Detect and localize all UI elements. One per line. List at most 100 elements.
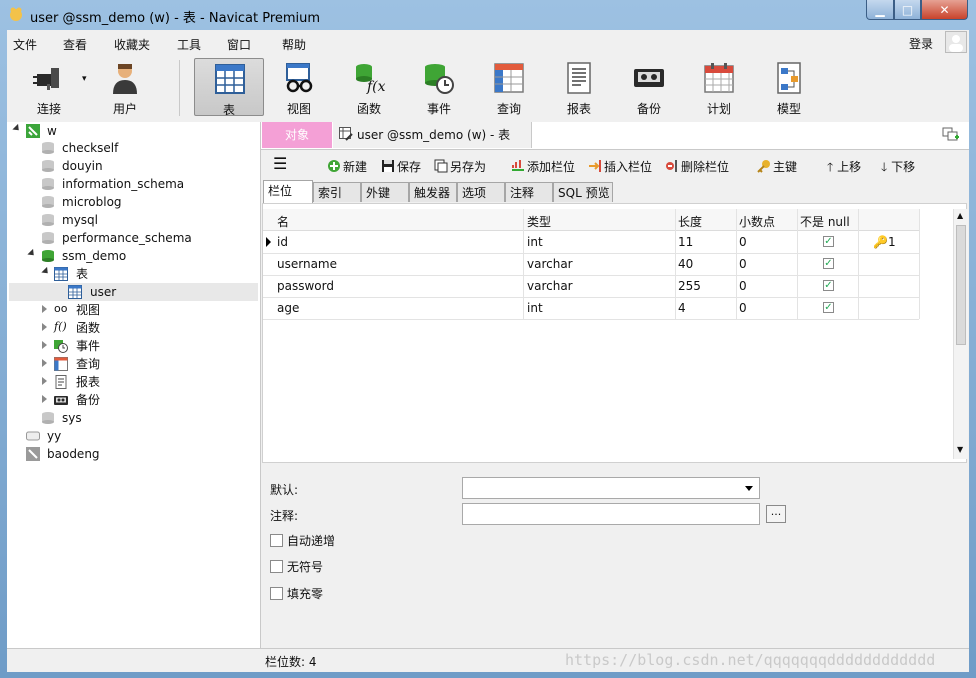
tree-backups-folder[interactable]: 备份 bbox=[7, 391, 260, 409]
tab-indexes[interactable]: 索引 bbox=[313, 182, 361, 202]
move-down-button[interactable]: 🡓 下移 bbox=[881, 158, 915, 179]
tab-foreign-keys[interactable]: 外键 bbox=[361, 182, 409, 202]
field-length-cell[interactable]: 4 bbox=[678, 301, 686, 315]
minimize-button[interactable]: ▁ bbox=[866, 0, 894, 20]
field-name-cell[interactable]: password bbox=[277, 279, 334, 293]
column-header-length[interactable]: 长度 bbox=[678, 213, 702, 230]
field-decimals-cell[interactable]: 0 bbox=[739, 257, 747, 271]
field-decimals-cell[interactable]: 0 bbox=[739, 279, 747, 293]
tab-fields[interactable]: 栏位 bbox=[263, 180, 313, 203]
field-length-cell[interactable]: 11 bbox=[678, 235, 693, 249]
delete-field-button[interactable]: 删除栏位 bbox=[665, 158, 729, 175]
expand-arrow-icon[interactable] bbox=[27, 248, 37, 259]
table-row[interactable]: id int 11 0 ✓ 🔑1 bbox=[263, 231, 919, 254]
close-button[interactable]: ✕ bbox=[921, 0, 968, 20]
maximize-button[interactable]: □ bbox=[894, 0, 921, 20]
new-tab-icon[interactable] bbox=[941, 126, 961, 144]
toolbar-view-button[interactable]: 视图 bbox=[266, 58, 332, 116]
primary-key-button[interactable]: 主键 bbox=[757, 158, 797, 175]
field-decimals-cell[interactable]: 0 bbox=[739, 235, 747, 249]
checkbox-box[interactable] bbox=[270, 560, 283, 573]
dropdown-arrow-icon[interactable]: ▾ bbox=[82, 74, 87, 84]
table-row[interactable]: age int 4 0 ✓ bbox=[263, 297, 919, 320]
field-decimals-cell[interactable]: 0 bbox=[739, 301, 747, 315]
table-row[interactable]: username varchar 40 0 ✓ bbox=[263, 253, 919, 276]
toolbar-user-button[interactable]: 用户 bbox=[92, 58, 158, 116]
tree-db-sys[interactable]: sys bbox=[7, 409, 260, 427]
tree-db-microblog[interactable]: microblog bbox=[7, 193, 260, 211]
checkbox-box[interactable] bbox=[270, 587, 283, 600]
tree-connection-baodeng[interactable]: baodeng bbox=[7, 445, 260, 463]
tree-queries-folder[interactable]: 查询 bbox=[7, 355, 260, 373]
tree-functions-folder[interactable]: f() 函数 bbox=[7, 319, 260, 337]
toolbar-function-button[interactable]: f(x) 函数 bbox=[336, 58, 402, 116]
comment-input[interactable] bbox=[462, 503, 760, 525]
tree-reports-folder[interactable]: 报表 bbox=[7, 373, 260, 391]
toolbar-model-button[interactable]: 模型 bbox=[756, 58, 822, 116]
toolbar-table-button[interactable]: 表 bbox=[194, 58, 264, 117]
field-name-cell[interactable]: id bbox=[277, 235, 288, 249]
save-as-button[interactable]: 另存为 bbox=[434, 158, 486, 175]
checkbox-box[interactable] bbox=[270, 534, 283, 547]
default-value-select[interactable] bbox=[462, 477, 760, 499]
tab-triggers[interactable]: 触发器 bbox=[409, 182, 457, 202]
column-header-not-null[interactable]: 不是 null bbox=[800, 213, 850, 230]
toolbar-query-button[interactable]: 查询 bbox=[476, 58, 542, 116]
menu-favorites[interactable]: 收藏夹 bbox=[114, 36, 150, 53]
tree-connection-yy[interactable]: yy bbox=[7, 427, 260, 445]
title-bar[interactable]: user @ssm_demo (w) - 表 - Navicat Premium… bbox=[0, 0, 976, 30]
tree-db-checkself[interactable]: checkself bbox=[7, 139, 260, 157]
tree-events-folder[interactable]: 事件 bbox=[7, 337, 260, 355]
tree-db-douyin[interactable]: douyin bbox=[7, 157, 260, 175]
tab-objects[interactable]: 对象 bbox=[262, 122, 332, 148]
menu-tools[interactable]: 工具 bbox=[177, 36, 201, 53]
not-null-checkbox[interactable]: ✓ bbox=[823, 258, 834, 269]
tree-table-user[interactable]: user bbox=[9, 283, 258, 301]
add-field-button[interactable]: 添加栏位 bbox=[511, 158, 575, 175]
tree-views-folder[interactable]: oo 视图 bbox=[7, 301, 260, 319]
expand-arrow-icon[interactable] bbox=[42, 341, 47, 349]
column-header-decimals[interactable]: 小数点 bbox=[739, 213, 775, 230]
scroll-up-icon[interactable]: ▲ bbox=[957, 211, 963, 220]
menu-file[interactable]: 文件 bbox=[13, 36, 37, 53]
tree-db-information-schema[interactable]: information_schema bbox=[7, 175, 260, 193]
save-button[interactable]: 保存 bbox=[381, 158, 421, 175]
grid-vertical-scrollbar[interactable]: ▲ ▼ bbox=[953, 209, 968, 459]
not-null-checkbox[interactable]: ✓ bbox=[823, 280, 834, 291]
field-length-cell[interactable]: 255 bbox=[678, 279, 701, 293]
tree-db-performance-schema[interactable]: performance_schema bbox=[7, 229, 260, 247]
tree-connection-w[interactable]: w bbox=[7, 122, 260, 140]
menu-view[interactable]: 查看 bbox=[63, 36, 87, 53]
expand-arrow-icon[interactable] bbox=[42, 305, 47, 313]
tree-db-ssm-demo[interactable]: ssm_demo bbox=[7, 247, 260, 265]
tab-options[interactable]: 选项 bbox=[457, 182, 505, 202]
field-name-cell[interactable]: username bbox=[277, 257, 337, 271]
hamburger-menu-icon[interactable]: ☰ bbox=[273, 154, 287, 173]
expand-arrow-icon[interactable] bbox=[42, 359, 47, 367]
menu-window[interactable]: 窗口 bbox=[227, 36, 251, 53]
toolbar-event-button[interactable]: 事件 bbox=[406, 58, 472, 116]
expand-arrow-icon[interactable] bbox=[42, 323, 47, 331]
expand-arrow-icon[interactable] bbox=[12, 123, 22, 134]
field-name-cell[interactable]: age bbox=[277, 301, 299, 315]
toolbar-report-button[interactable]: 报表 bbox=[546, 58, 612, 116]
tab-table-design[interactable]: user @ssm_demo (w) - 表 bbox=[333, 122, 532, 148]
field-type-cell[interactable]: varchar bbox=[527, 279, 573, 293]
toolbar-connection-button[interactable]: 连接 ▾ bbox=[16, 58, 87, 116]
toolbar-backup-button[interactable]: 备份 bbox=[616, 58, 682, 116]
avatar[interactable] bbox=[945, 31, 967, 53]
not-null-checkbox[interactable]: ✓ bbox=[823, 302, 834, 313]
tree-tables-folder[interactable]: 表 bbox=[7, 265, 260, 283]
expand-arrow-icon[interactable] bbox=[41, 266, 51, 277]
move-up-button[interactable]: 🡑 上移 bbox=[827, 158, 861, 179]
tree-db-mysql[interactable]: mysql bbox=[7, 211, 260, 229]
login-link[interactable]: 登录 bbox=[909, 35, 933, 52]
table-row[interactable]: password varchar 255 0 ✓ bbox=[263, 275, 919, 298]
new-button[interactable]: 新建 bbox=[327, 158, 367, 175]
field-type-cell[interactable]: varchar bbox=[527, 257, 573, 271]
not-null-checkbox[interactable]: ✓ bbox=[823, 236, 834, 247]
scroll-down-icon[interactable]: ▼ bbox=[957, 445, 963, 454]
tab-sql-preview[interactable]: SQL 预览 bbox=[553, 182, 613, 202]
comment-edit-button[interactable]: ... bbox=[766, 505, 786, 523]
unsigned-checkbox[interactable]: 无符号 bbox=[270, 558, 323, 575]
